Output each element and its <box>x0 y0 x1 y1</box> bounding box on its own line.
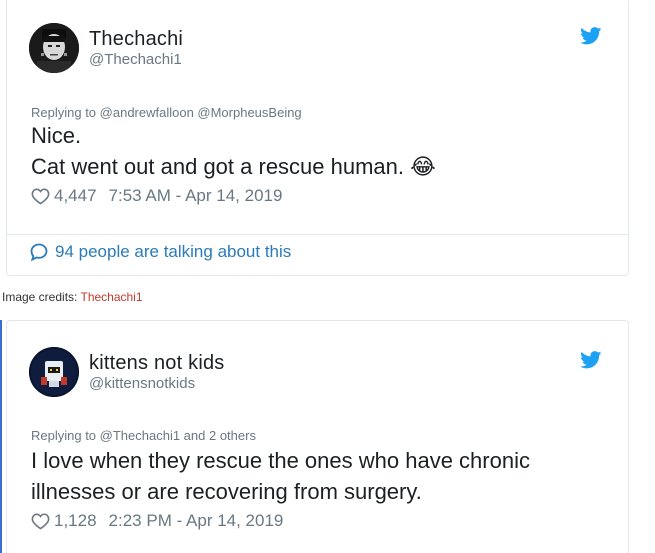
tweet-text-line: Cat went out and got a rescue human. 😂 <box>31 151 621 182</box>
user-handle[interactable]: @Thechachi1 <box>89 51 183 69</box>
tweet-author[interactable]: Thechachi @Thechachi1 <box>29 23 183 73</box>
tweet-text-line: Nice. <box>31 123 82 148</box>
tweet-text: Nice. Cat went out and got a rescue huma… <box>31 120 621 182</box>
divider <box>7 234 628 235</box>
heart-icon[interactable] <box>31 512 50 530</box>
replying-to: Replying to @andrewfalloon @MorpheusBein… <box>31 105 302 120</box>
replying-prefix: Replying to <box>31 428 100 443</box>
user-handle[interactable]: @kittensnotkids <box>89 375 225 393</box>
tweet-text: I love when they rescue the ones who hav… <box>31 445 621 507</box>
tweet-meta: 1,128 2:23 PM - Apr 14, 2019 <box>31 511 283 531</box>
joy-emoji-icon: 😂 <box>410 154 436 179</box>
chat-bubble-icon <box>30 243 48 262</box>
talking-about-text[interactable]: 94 people are talking about this <box>55 242 291 262</box>
twitter-bird-icon[interactable] <box>580 27 602 45</box>
tweet-text-line-content: Cat went out and got a rescue human. <box>31 154 405 179</box>
avatar[interactable] <box>29 23 79 73</box>
timestamp[interactable]: 7:53 AM - Apr 14, 2019 <box>109 186 283 206</box>
tweet-meta: 4,447 7:53 AM - Apr 14, 2019 <box>31 186 282 206</box>
timestamp[interactable]: 2:23 PM - Apr 14, 2019 <box>109 511 284 531</box>
like-count[interactable]: 1,128 <box>54 511 97 531</box>
replying-to: Replying to @Thechachi1 and 2 others <box>31 428 256 443</box>
twitter-bird-icon[interactable] <box>580 351 602 369</box>
like-count[interactable]: 4,447 <box>54 186 97 206</box>
talking-about-link[interactable]: 94 people are talking about this <box>29 242 291 262</box>
display-name[interactable]: kittens not kids <box>89 351 225 375</box>
tweet-card[interactable]: Thechachi @Thechachi1 Replying to @andre… <box>6 0 629 276</box>
left-accent-bar <box>0 320 2 553</box>
image-credits: Image credits: Thechachi1 <box>2 290 143 304</box>
replying-handles[interactable]: @Thechachi1 and 2 others <box>100 428 256 443</box>
credits-prefix: Image credits: <box>2 290 81 304</box>
replying-handles[interactable]: @andrewfalloon @MorpheusBeing <box>100 105 302 120</box>
page: Thechachi @Thechachi1 Replying to @andre… <box>0 0 655 553</box>
robot-avatar-icon <box>29 347 79 397</box>
heart-icon[interactable] <box>31 187 50 205</box>
frankenstein-avatar-icon <box>29 23 79 73</box>
tweet-text-line: illnesses or are recovering from surgery… <box>31 479 422 504</box>
tweet-author[interactable]: kittens not kids @kittensnotkids <box>29 347 225 397</box>
avatar[interactable] <box>29 347 79 397</box>
tweet-text-line: I love when they rescue the ones who hav… <box>31 448 530 473</box>
replying-prefix: Replying to <box>31 105 100 120</box>
display-name[interactable]: Thechachi <box>89 27 183 51</box>
credits-source-link[interactable]: Thechachi1 <box>80 290 142 304</box>
tweet-card[interactable]: kittens not kids @kittensnotkids Replyin… <box>6 320 629 553</box>
